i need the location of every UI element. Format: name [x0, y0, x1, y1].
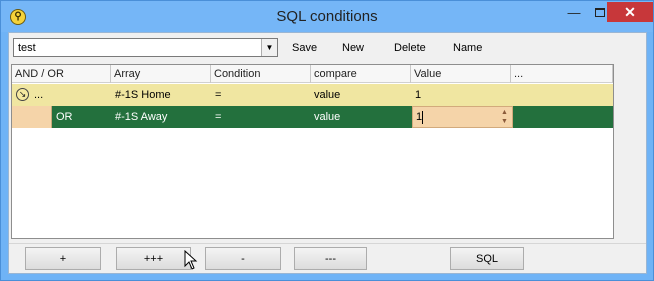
new-button[interactable]: New	[342, 42, 364, 54]
close-button[interactable]: ✕	[607, 2, 653, 22]
cell-array[interactable]: #-1S Away	[115, 111, 167, 123]
cell-condition[interactable]: =	[215, 89, 221, 101]
cell-array[interactable]: #-1S Home	[115, 89, 171, 101]
delete-button[interactable]: Delete	[394, 42, 426, 54]
table-row-selected[interactable]: OR #-1S Away = value 1 ▲ ▼	[12, 106, 613, 128]
cell-compare[interactable]: value	[314, 89, 340, 101]
maximize-icon	[595, 7, 605, 17]
column-header-value[interactable]: Value	[411, 65, 511, 83]
column-header-array[interactable]: Array	[111, 65, 211, 83]
window-title: SQL conditions	[276, 8, 378, 25]
bottom-button-bar: + +++ - --- SQL	[9, 243, 646, 273]
add-group-button[interactable]: +++	[116, 247, 191, 270]
cell-and-or[interactable]: ...	[34, 89, 43, 101]
column-header-condition[interactable]: Condition	[211, 65, 311, 83]
table-row[interactable]: ↘ ... #-1S Home = value 1	[12, 84, 613, 106]
column-header-compare[interactable]: compare	[311, 65, 411, 83]
expand-icon[interactable]: ↘	[16, 88, 29, 101]
remove-condition-button[interactable]: -	[205, 247, 281, 270]
name-button[interactable]: Name	[453, 42, 482, 54]
cell-condition[interactable]: =	[215, 111, 221, 123]
spin-up-icon[interactable]: ▲	[500, 108, 509, 117]
cell-and-or[interactable]: OR	[56, 111, 73, 123]
column-header-extra[interactable]: ...	[511, 65, 613, 83]
chevron-down-icon[interactable]: ▼	[261, 39, 277, 56]
minimize-button[interactable]: —	[561, 2, 587, 22]
grid-header: AND / OR Array Condition compare Value .…	[12, 65, 613, 83]
cell-value[interactable]: 1	[415, 89, 421, 101]
condition-set-combo[interactable]: test ▼	[13, 38, 278, 57]
mouse-cursor-icon	[184, 250, 198, 270]
client-area: test ▼ Save New Delete Name AND / OR Arr…	[8, 32, 647, 274]
text-caret	[422, 111, 423, 124]
conditions-grid[interactable]: AND / OR Array Condition compare Value .…	[11, 64, 614, 239]
value-spin-editor[interactable]: 1 ▲ ▼	[412, 106, 513, 128]
cell-compare[interactable]: value	[314, 111, 340, 123]
remove-group-button[interactable]: ---	[294, 247, 367, 270]
add-condition-button[interactable]: +	[25, 247, 101, 270]
save-button[interactable]: Save	[292, 42, 317, 54]
row-indent	[12, 106, 52, 128]
spin-down-icon[interactable]: ▼	[500, 117, 509, 126]
title-bar[interactable]: ⚲ SQL conditions — ✕	[1, 1, 653, 32]
column-header-and-or[interactable]: AND / OR	[12, 65, 111, 83]
sql-button[interactable]: SQL	[450, 247, 524, 270]
sql-conditions-window: ⚲ SQL conditions — ✕ test ▼ Save New Del…	[0, 0, 654, 281]
combo-value: test	[18, 42, 36, 54]
